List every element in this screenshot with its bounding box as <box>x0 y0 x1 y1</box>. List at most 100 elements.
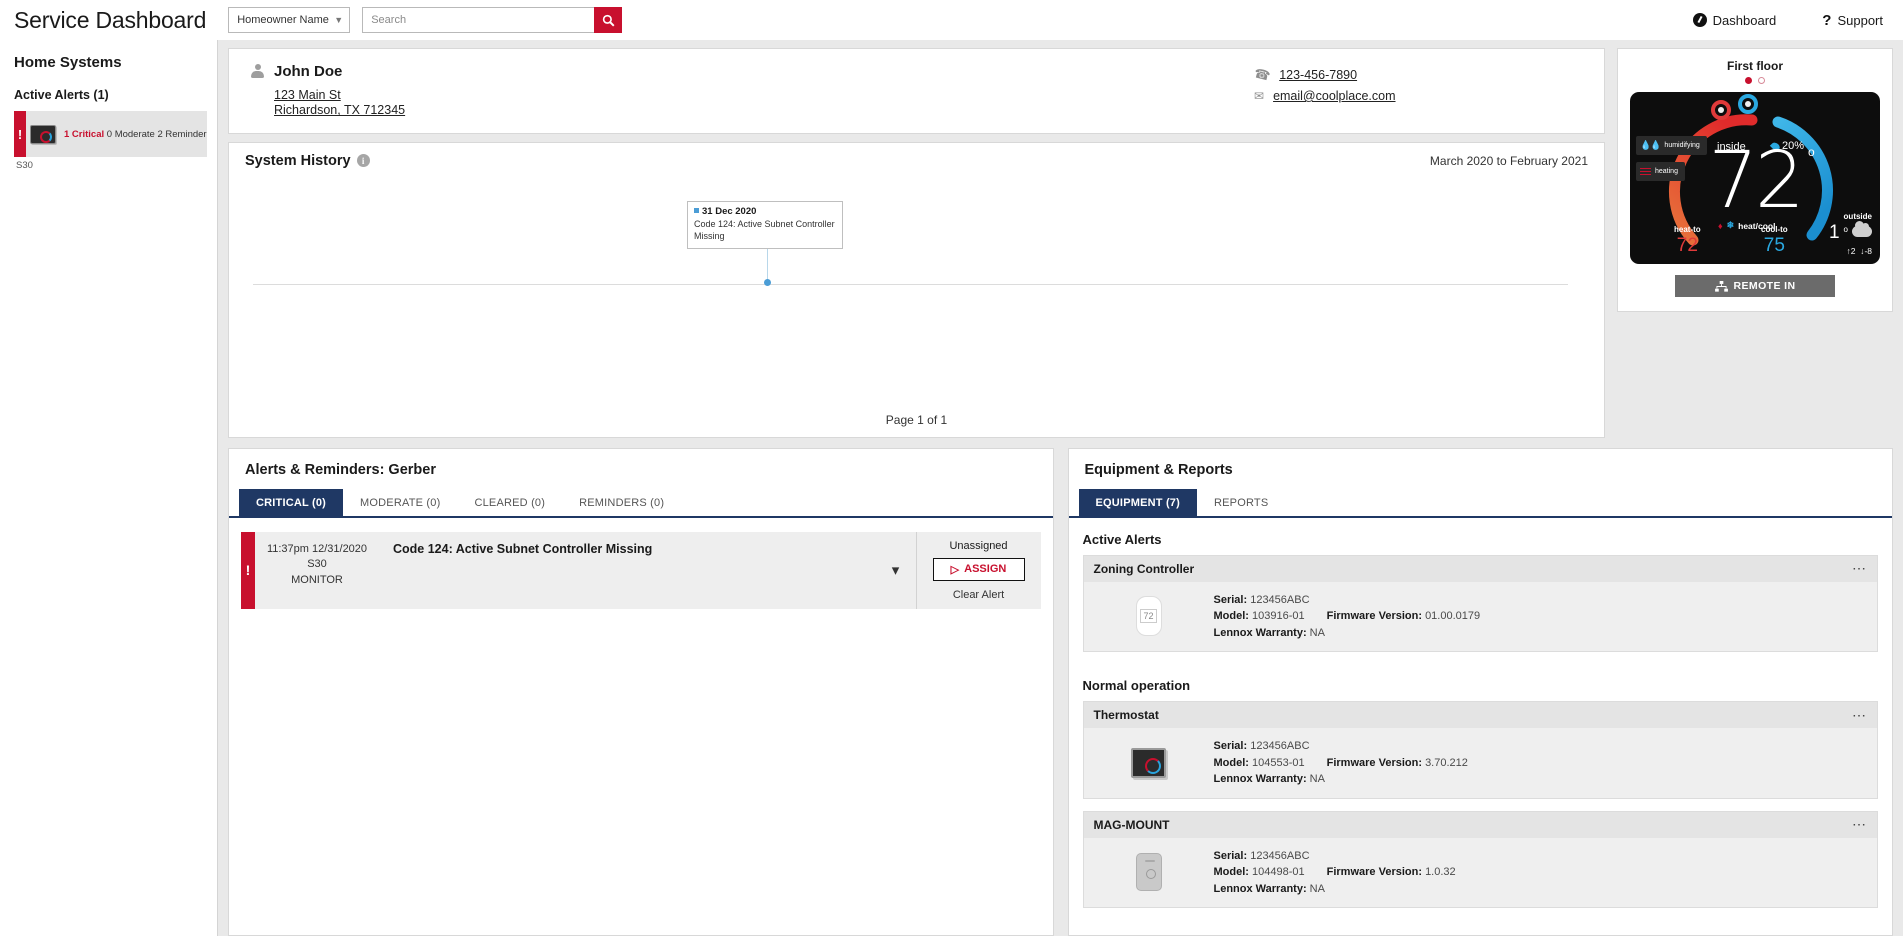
more-options-icon[interactable]: ⋯ <box>1852 817 1867 832</box>
search-icon <box>602 14 615 26</box>
floor-dot-inactive[interactable] <box>1758 77 1765 84</box>
chevron-down-icon[interactable]: ▾ <box>876 532 916 609</box>
alert-meta: 11:37pm 12/31/2020 S30 MONITOR <box>255 532 385 609</box>
app-header: Service Dashboard Homeowner Name ▼ Dashb… <box>0 0 1903 40</box>
floor-pagination-dots <box>1630 77 1880 84</box>
main-content: John Doe 123 Main St Richardson, TX 7123… <box>218 40 1903 936</box>
equipment-thumbnail: 72 <box>1084 592 1214 642</box>
remote-in-button[interactable]: REMOTE IN <box>1675 275 1835 297</box>
address-line-1[interactable]: 123 Main St <box>274 88 341 102</box>
alert-assignment-status: Unassigned <box>949 539 1008 552</box>
clear-alert-link[interactable]: Clear Alert <box>923 589 1035 601</box>
tab-reminders[interactable]: REMINDERS (0) <box>562 489 681 516</box>
floor-dot-active[interactable] <box>1745 77 1752 84</box>
reminder-count: 2 Reminder <box>157 128 207 140</box>
warranty-label: Lennox Warranty: <box>1213 773 1307 785</box>
system-thumbnail <box>26 111 60 157</box>
equipment-card-header: MAG-MOUNT ⋯ <box>1083 811 1877 838</box>
serial-row: Serial: 123456ABC <box>1214 592 1868 609</box>
sidebar-system-card[interactable]: ! 1 Critical 0 Moderate 2 Reminder <box>14 111 207 157</box>
warranty-value: NA <box>1309 882 1325 895</box>
alert-timestamp: 11:37pm 12/31/2020 <box>266 542 368 555</box>
heat-to-setpoint[interactable]: heat-to 72 <box>1674 225 1701 257</box>
cool-to-value: 75 <box>1763 235 1785 256</box>
cool-setpoint-handle[interactable] <box>1738 94 1758 114</box>
alert-device: S30 <box>307 558 327 571</box>
assign-button[interactable]: ▷ ASSIGN <box>932 557 1025 581</box>
address-line-2[interactable]: Richardson, TX 712345 <box>274 103 405 117</box>
system-history-card: System History i March 2020 to February … <box>228 141 1605 438</box>
system-alert-counts: 1 Critical 0 Moderate 2 Reminder <box>64 129 207 140</box>
outside-degree-symbol: o <box>1843 225 1848 234</box>
tab-equipment[interactable]: EQUIPMENT (7) <box>1078 488 1197 516</box>
info-icon[interactable]: i <box>356 154 370 167</box>
header-links: Dashboard ? Support <box>1692 12 1883 29</box>
tab-critical[interactable]: CRITICAL (0) <box>239 488 344 516</box>
homeowner-name-select-value: Homeowner Name <box>237 14 329 26</box>
bottom-row: Alerts & Reminders: Gerber CRITICAL (0) … <box>228 447 1893 936</box>
model-firmware-row: Model: 104553-01 Firmware Version: 3.70.… <box>1214 755 1868 772</box>
cool-to-setpoint[interactable]: cool-to 75 <box>1761 225 1788 257</box>
equipment-name: Thermostat <box>1093 708 1159 722</box>
cloud-icon <box>1852 221 1872 237</box>
nav-dashboard[interactable]: Dashboard <box>1692 13 1776 28</box>
tab-moderate[interactable]: MODERATE (0) <box>343 489 457 516</box>
tab-cleared[interactable]: CLEARED (0) <box>457 489 562 516</box>
customer-email[interactable]: email@coolplace.com <box>1273 89 1395 103</box>
warranty-row: Lennox Warranty: NA <box>1214 881 1868 898</box>
question-mark-icon: ? <box>1822 11 1832 29</box>
equipment-panel-title: Equipment & Reports <box>1084 461 1233 478</box>
system-history-date-range: March 2020 to February 2021 <box>1429 153 1588 168</box>
heat-setpoint-handle[interactable] <box>1711 100 1731 120</box>
equipment-card-header: Thermostat ⋯ <box>1083 702 1877 728</box>
serial-row: Serial: 123456ABC <box>1214 738 1868 755</box>
warranty-label: Lennox Warranty: <box>1213 882 1307 895</box>
dashboard-icon <box>1692 13 1707 27</box>
model-value: 103916-01 <box>1252 610 1305 622</box>
center-column: John Doe 123 Main St Richardson, TX 7123… <box>228 48 1605 438</box>
heat-to-label: heat-to <box>1674 225 1701 234</box>
thermostat-panel: First floor 💧💧 humidifying heating insid… <box>1617 48 1893 312</box>
cool-to-label: cool-to <box>1761 225 1788 234</box>
sidebar: Home Systems Active Alerts (1) ! 1 Criti… <box>0 40 218 936</box>
critical-indicator-bar: ! <box>14 111 26 157</box>
system-model-label: S30 <box>16 160 33 171</box>
model-group: Model: 104498-01 <box>1214 864 1305 881</box>
outside-high: 2 <box>1850 246 1856 256</box>
timeline-event-point[interactable] <box>764 278 771 286</box>
phone-row: ☎ 123-456-7890 <box>1253 65 1584 83</box>
equipment-specs: Serial: 123456ABC Model: 104553-01 Firmw… <box>1214 738 1868 788</box>
timeline-event-date: 31 Dec 2020 <box>702 205 757 217</box>
alert-severity-bar: ! <box>241 531 255 609</box>
model-firmware-row: Model: 103916-01 Firmware Version: 01.00… <box>1214 608 1868 625</box>
moderate-count: 0 Moderate <box>106 128 155 140</box>
serial-label: Serial: <box>1213 593 1248 606</box>
search-button[interactable] <box>594 7 623 33</box>
top-row: John Doe 123 Main St Richardson, TX 7123… <box>228 48 1893 438</box>
search-input[interactable] <box>362 7 595 33</box>
search-bar <box>362 7 623 33</box>
equipment-tabs: EQUIPMENT (7) REPORTS <box>1068 488 1892 518</box>
warranty-row: Lennox Warranty: NA <box>1214 625 1868 642</box>
serial-value: 123456ABC <box>1250 740 1310 752</box>
outside-weather: outside 1 o ↑2 ↓-8 <box>1829 212 1872 256</box>
nav-support[interactable]: ? Support <box>1822 12 1883 29</box>
model-group: Model: 103916-01 <box>1214 608 1305 625</box>
more-options-icon[interactable]: ⋯ <box>1852 707 1867 722</box>
model-firmware-row: Model: 104498-01 Firmware Version: 1.0.3… <box>1214 864 1868 881</box>
homeowner-name-select[interactable]: Homeowner Name ▼ <box>228 7 351 33</box>
serial-label: Serial: <box>1213 740 1248 752</box>
more-options-icon[interactable]: ⋯ <box>1852 561 1867 576</box>
tab-reports[interactable]: REPORTS <box>1197 489 1285 516</box>
degree-symbol: o <box>1808 145 1815 159</box>
floor-label: First floor <box>1727 59 1783 73</box>
serial-label: Serial: <box>1213 849 1248 862</box>
customer-phone[interactable]: 123-456-7890 <box>1279 68 1357 82</box>
equipment-name: MAG-MOUNT <box>1093 817 1170 832</box>
model-group: Model: 104553-01 <box>1214 755 1305 772</box>
equipment-card: Thermostat ⋯ Serial: 123456ABC Model: 10… <box>1082 701 1878 799</box>
outside-temp-row: 1 o <box>1829 221 1872 244</box>
firmware-value: 1.0.32 <box>1425 866 1456 878</box>
equipment-section-heading: Normal operation <box>1082 678 1191 693</box>
outside-low: -8 <box>1864 246 1872 256</box>
